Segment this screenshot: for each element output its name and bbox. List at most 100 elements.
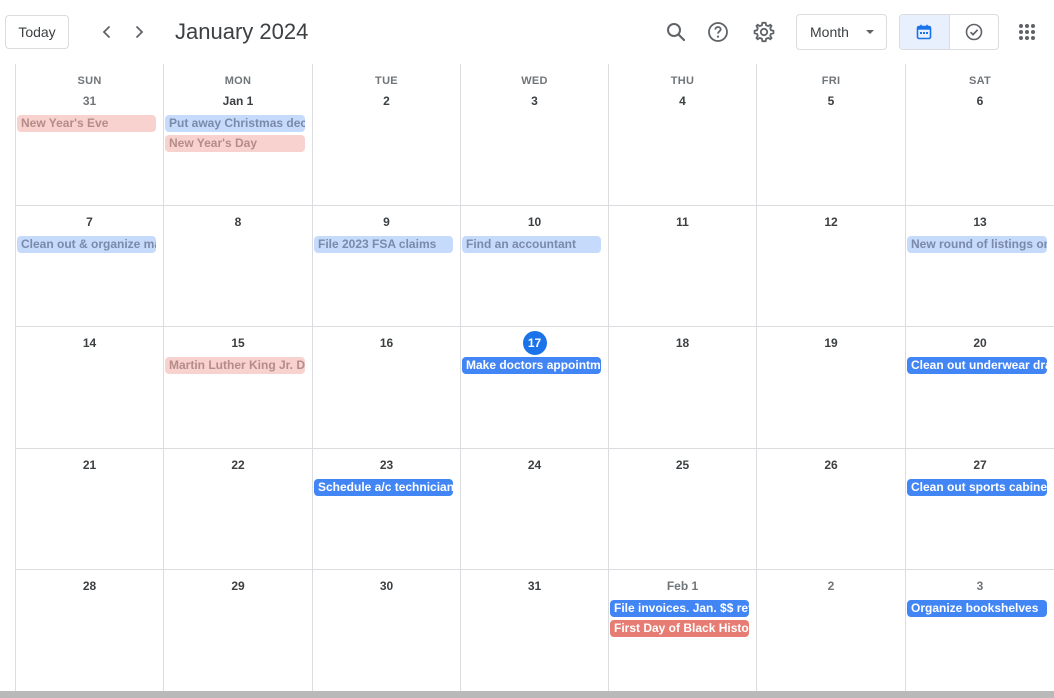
day-cell[interactable]: 21 xyxy=(16,449,164,569)
horizontal-scrollbar[interactable] xyxy=(0,691,1054,698)
day-cell[interactable]: SAT 6 xyxy=(906,64,1054,205)
day-number[interactable]: 28 xyxy=(16,579,163,593)
calendar-view-button[interactable] xyxy=(900,15,949,49)
day-cell[interactable]: 18 xyxy=(609,327,757,448)
day-cell[interactable]: 25 xyxy=(609,449,757,569)
day-cell[interactable]: 19 xyxy=(757,327,906,448)
day-cell[interactable]: WED 3 xyxy=(461,64,609,205)
day-cell[interactable]: 30 xyxy=(313,570,461,691)
day-number[interactable]: 16 xyxy=(313,336,460,350)
day-number[interactable]: 26 xyxy=(757,458,905,472)
calendar-event[interactable]: New Year's Eve xyxy=(17,115,156,132)
calendar-event[interactable]: New Year's Day xyxy=(165,135,305,152)
day-cell[interactable]: 23 Schedule a/c technician xyxy=(313,449,461,569)
day-number[interactable]: 12 xyxy=(757,215,905,229)
month-grid: SUN 31 New Year's Eve MON Jan 1 Put away Chri… xyxy=(15,64,1054,691)
day-number[interactable]: 2 xyxy=(757,579,905,593)
calendar-event[interactable]: Clean out & organize ma xyxy=(17,236,156,253)
day-number[interactable]: 21 xyxy=(16,458,163,472)
day-cell[interactable]: THU 4 xyxy=(609,64,757,205)
calendar-event[interactable]: Clean out underwear dra xyxy=(907,357,1047,374)
day-number[interactable]: Jan 1 xyxy=(164,94,312,108)
calendar-event[interactable]: Put away Christmas dec xyxy=(165,115,305,132)
day-cell[interactable]: Feb 1 File invoices. Jan. $$ rev First Day… xyxy=(609,570,757,691)
day-cell[interactable]: TUE 2 xyxy=(313,64,461,205)
day-number[interactable]: 5 xyxy=(757,94,905,108)
day-number[interactable]: 3 xyxy=(461,94,608,108)
day-number[interactable]: 3 xyxy=(906,579,1054,593)
week-row: 21 22 23 Schedule a/c technician 24 25 26 27 Cle… xyxy=(16,449,1054,570)
day-cell[interactable]: 14 xyxy=(16,327,164,448)
day-cell[interactable]: 27 Clean out sports cabinet xyxy=(906,449,1054,569)
calendar-event[interactable]: Organize bookshelves xyxy=(907,600,1047,617)
day-cell[interactable]: 2 xyxy=(757,570,906,691)
day-number[interactable]: 9 xyxy=(313,215,460,229)
day-number[interactable]: Feb 1 xyxy=(609,579,756,593)
day-number[interactable]: 13 xyxy=(906,215,1054,229)
day-number[interactable]: 15 xyxy=(164,336,312,350)
calendar-event[interactable]: File invoices. Jan. $$ rev xyxy=(610,600,749,617)
calendar-event[interactable]: Schedule a/c technician xyxy=(314,479,453,496)
next-month-button[interactable] xyxy=(123,16,155,48)
caret-down-icon xyxy=(866,30,874,34)
calendar-event[interactable]: File 2023 FSA claims xyxy=(314,236,453,253)
day-cell[interactable]: 20 Clean out underwear dra xyxy=(906,327,1054,448)
day-number[interactable]: 22 xyxy=(164,458,312,472)
day-cell[interactable]: MON Jan 1 Put away Christmas dec New Year's… xyxy=(164,64,313,205)
day-cell[interactable]: 7 Clean out & organize ma xyxy=(16,206,164,326)
day-number[interactable]: 29 xyxy=(164,579,312,593)
day-number[interactable]: 30 xyxy=(313,579,460,593)
day-number[interactable]: 4 xyxy=(609,94,756,108)
day-number[interactable]: 11 xyxy=(609,215,756,229)
day-number[interactable]: 31 xyxy=(16,94,163,108)
day-number[interactable]: 24 xyxy=(461,458,608,472)
settings-button[interactable] xyxy=(746,14,782,50)
day-cell[interactable]: 11 xyxy=(609,206,757,326)
day-cell[interactable]: 13 New round of listings on xyxy=(906,206,1054,326)
day-cell[interactable]: 31 xyxy=(461,570,609,691)
day-cell[interactable]: 9 File 2023 FSA claims xyxy=(313,206,461,326)
calendar-event[interactable]: Make doctors appointme xyxy=(462,357,601,374)
day-cell[interactable]: 28 xyxy=(16,570,164,691)
calendar-event[interactable]: Clean out sports cabinet xyxy=(907,479,1047,496)
tasks-view-button[interactable] xyxy=(948,15,999,49)
day-cell[interactable]: 8 xyxy=(164,206,313,326)
calendar-event[interactable]: First Day of Black Histor xyxy=(610,620,749,637)
day-cell[interactable]: 12 xyxy=(757,206,906,326)
day-number[interactable]: 7 xyxy=(16,215,163,229)
day-number[interactable]: 10 xyxy=(461,215,608,229)
day-number[interactable]: 25 xyxy=(609,458,756,472)
day-cell[interactable]: 15 Martin Luther King Jr. Da xyxy=(164,327,313,448)
day-cell[interactable]: FRI 5 xyxy=(757,64,906,205)
today-date-badge[interactable]: 17 xyxy=(522,331,547,355)
day-cell[interactable]: 10 Find an accountant xyxy=(461,206,609,326)
day-number[interactable]: 8 xyxy=(164,215,312,229)
day-number[interactable]: 23 xyxy=(313,458,460,472)
day-number[interactable]: 20 xyxy=(906,336,1054,350)
day-cell[interactable]: 24 xyxy=(461,449,609,569)
day-cell[interactable]: 3 Organize bookshelves xyxy=(906,570,1054,691)
calendar-event[interactable]: New round of listings on xyxy=(907,236,1047,253)
day-cell[interactable]: 22 xyxy=(164,449,313,569)
day-number[interactable]: 19 xyxy=(757,336,905,350)
day-cell[interactable]: 16 xyxy=(313,327,461,448)
calendar-event[interactable]: Martin Luther King Jr. Da xyxy=(165,357,305,374)
day-number[interactable]: 27 xyxy=(906,458,1054,472)
day-number[interactable]: 14 xyxy=(16,336,163,350)
apps-button[interactable] xyxy=(1009,14,1045,50)
day-number[interactable]: 18 xyxy=(609,336,756,350)
top-toolbar: Today January 2024 Month xyxy=(0,0,1054,64)
day-cell[interactable]: SUN 31 New Year's Eve xyxy=(16,64,164,205)
calendar-event[interactable]: Find an accountant xyxy=(462,236,601,253)
help-button[interactable] xyxy=(700,14,736,50)
day-cell[interactable]: 26 xyxy=(757,449,906,569)
today-button[interactable]: Today xyxy=(5,15,69,49)
view-selector[interactable]: Month xyxy=(796,14,887,50)
day-number[interactable]: 31 xyxy=(461,579,608,593)
day-number[interactable]: 2 xyxy=(313,94,460,108)
previous-month-button[interactable] xyxy=(91,16,123,48)
day-cell[interactable]: 17 Make doctors appointme xyxy=(461,327,609,448)
search-button[interactable] xyxy=(658,14,694,50)
day-number[interactable]: 6 xyxy=(906,94,1054,108)
day-cell[interactable]: 29 xyxy=(164,570,313,691)
